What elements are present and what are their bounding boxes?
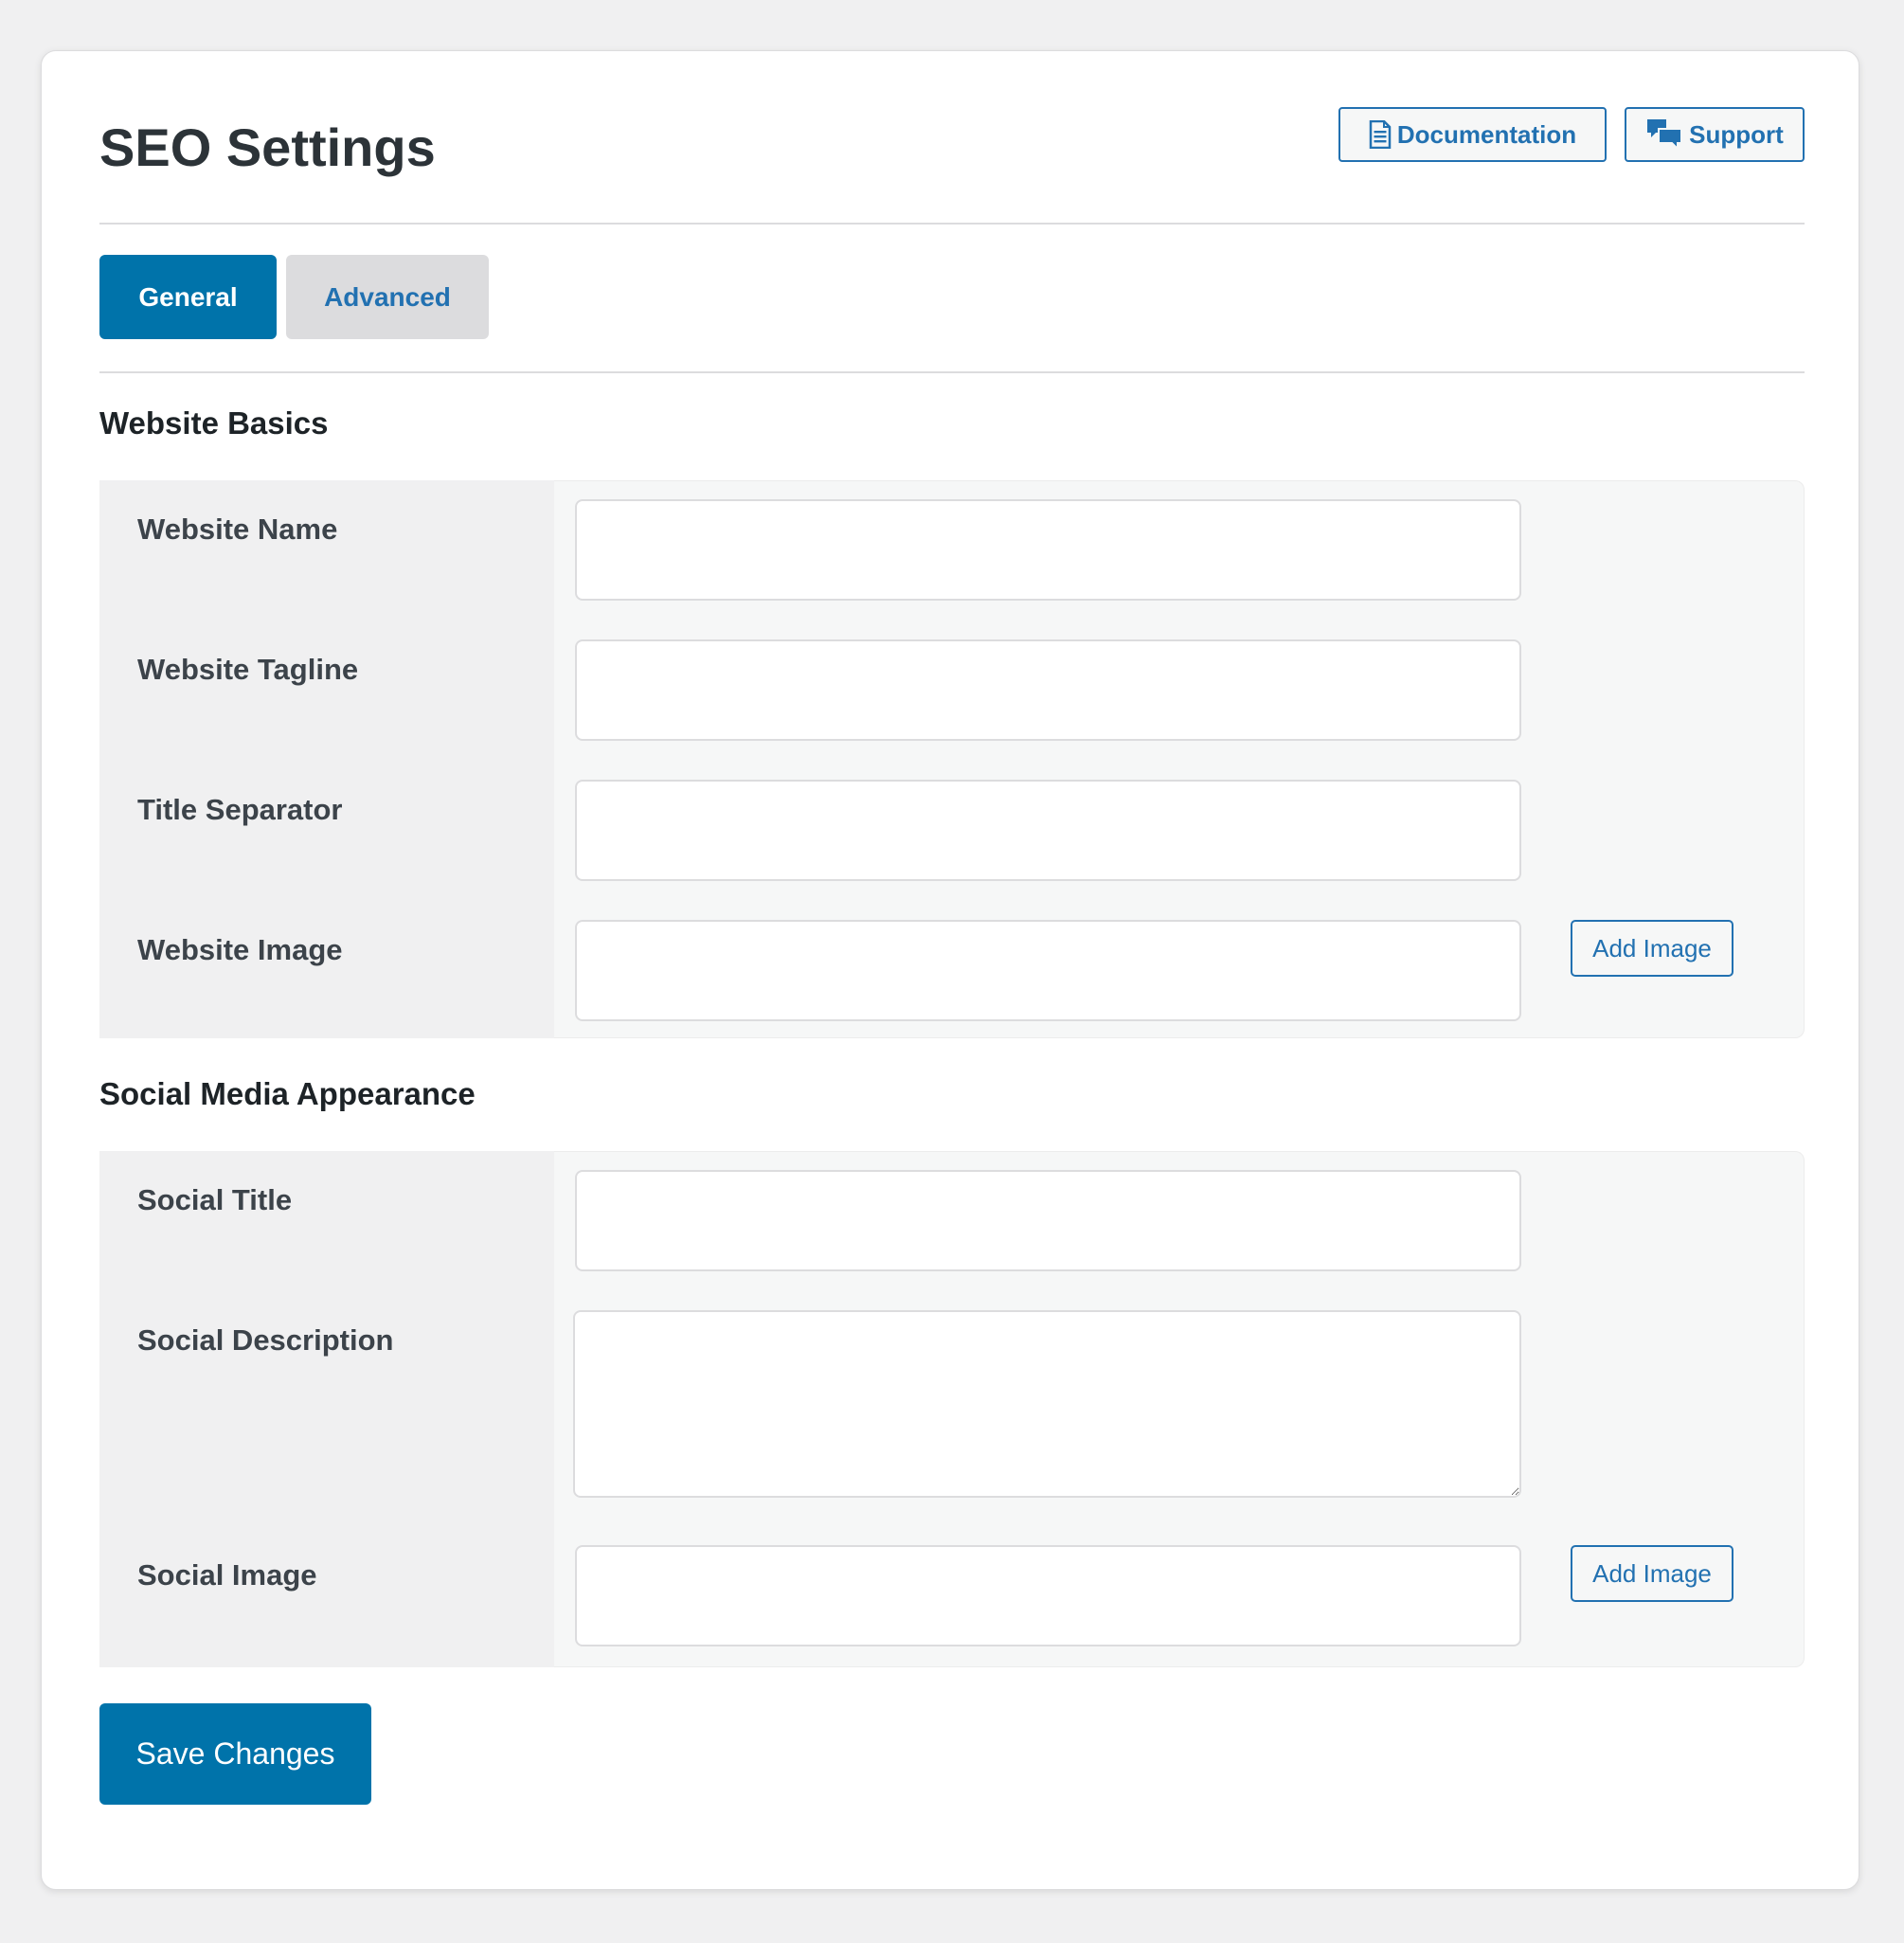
title-separator-label: Title Separator bbox=[137, 793, 343, 826]
website-name-label: Website Name bbox=[137, 513, 338, 546]
settings-card: SEO Settings Documentation Support Gener… bbox=[41, 50, 1859, 1890]
section-heading-website-basics: Website Basics bbox=[99, 405, 329, 441]
tab-advanced[interactable]: Advanced bbox=[286, 255, 489, 339]
website-image-input[interactable] bbox=[575, 920, 1521, 1021]
website-name-input[interactable] bbox=[575, 499, 1521, 601]
website-tagline-input[interactable] bbox=[575, 639, 1521, 741]
website-image-label: Website Image bbox=[137, 933, 343, 966]
save-changes-button[interactable]: Save Changes bbox=[99, 1703, 371, 1805]
support-button[interactable]: Support bbox=[1625, 107, 1805, 162]
social-image-label: Social Image bbox=[137, 1558, 317, 1592]
support-label: Support bbox=[1689, 119, 1784, 149]
social-image-add-button[interactable]: Add Image bbox=[1571, 1545, 1733, 1602]
tab-general[interactable]: General bbox=[99, 255, 277, 339]
speech-bubbles-icon bbox=[1645, 117, 1683, 152]
documentation-label: Documentation bbox=[1396, 119, 1577, 149]
documentation-button[interactable]: Documentation bbox=[1338, 107, 1607, 162]
website-image-add-button[interactable]: Add Image bbox=[1571, 920, 1733, 977]
social-title-label: Social Title bbox=[137, 1183, 293, 1216]
social-description-textarea[interactable] bbox=[573, 1310, 1521, 1498]
website-tagline-label: Website Tagline bbox=[137, 653, 359, 686]
social-description-label: Social Description bbox=[137, 1323, 394, 1357]
document-icon bbox=[1369, 120, 1392, 149]
title-separator-input[interactable] bbox=[575, 780, 1521, 881]
social-media-form: Social Title Social Description Social I… bbox=[99, 1151, 1805, 1667]
social-image-input[interactable] bbox=[575, 1545, 1521, 1646]
tabs-divider bbox=[99, 371, 1805, 373]
section-heading-social-media: Social Media Appearance bbox=[99, 1076, 476, 1111]
page-title: SEO Settings bbox=[99, 117, 436, 177]
header-divider bbox=[99, 223, 1805, 225]
social-title-input[interactable] bbox=[575, 1170, 1521, 1271]
website-basics-form: Website Name Website Tagline Title Separ… bbox=[99, 480, 1805, 1038]
